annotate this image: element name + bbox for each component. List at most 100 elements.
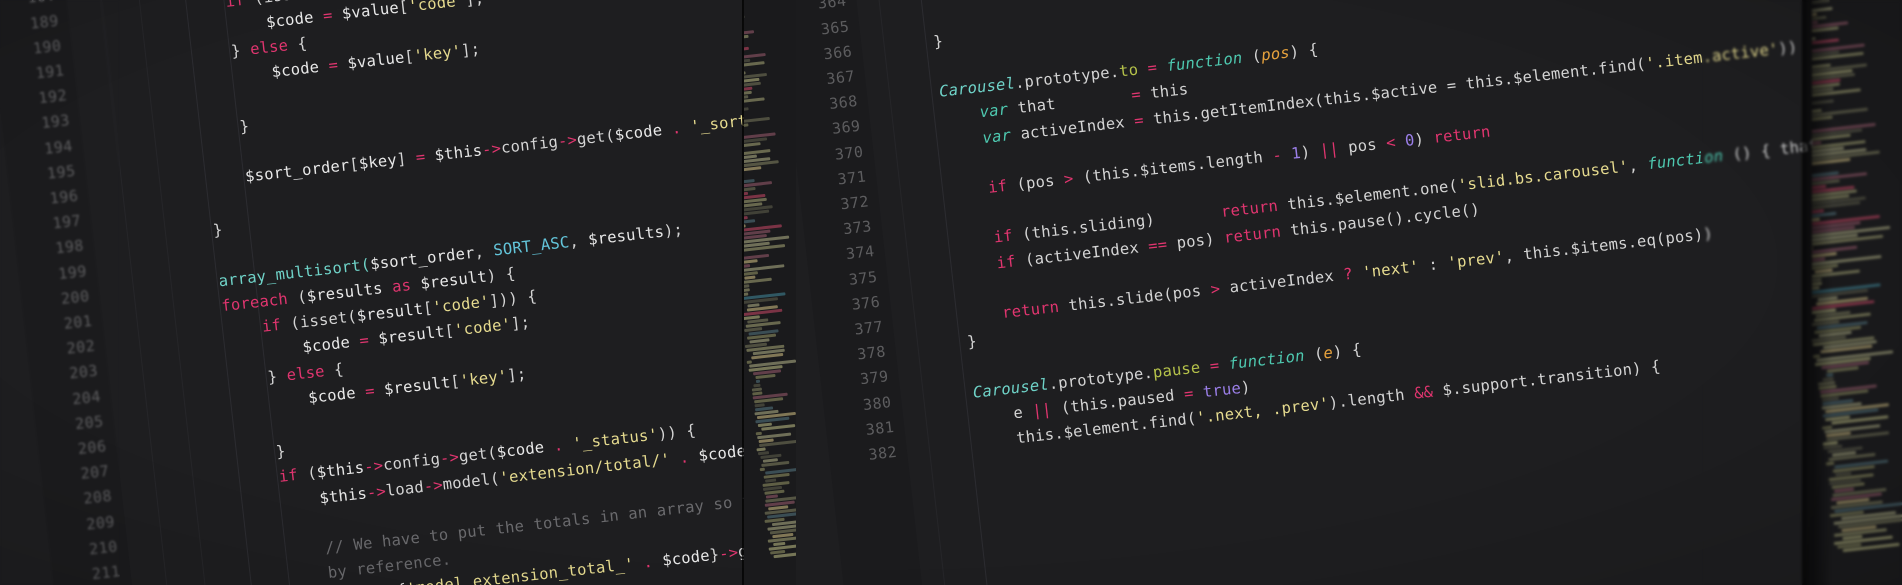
code-token: . (543, 435, 574, 457)
code-token: } (932, 31, 945, 51)
code-line[interactable]: } (933, 32, 944, 51)
code-token: $results (587, 222, 665, 249)
code-token: ] (395, 148, 417, 169)
line-number: 203 (68, 361, 99, 383)
code-token: $code (697, 441, 747, 465)
code-token: -> (481, 139, 503, 160)
code-token: $code (495, 438, 546, 462)
code-token: $this (315, 458, 366, 482)
minimap-line (757, 432, 792, 440)
code-token: if (277, 466, 299, 487)
code-token: e (1012, 402, 1034, 423)
code-token: $results (305, 279, 384, 306)
line-number: 368 (828, 92, 859, 114)
code-line[interactable]: } (200, 442, 286, 469)
code-token: ( (296, 464, 318, 485)
code-token: $value (346, 48, 406, 73)
code-token: (isset( (280, 307, 358, 334)
line-number: 207 (79, 462, 111, 484)
code-token: $code (307, 383, 357, 407)
code-token: to (1118, 60, 1140, 81)
code-token: = (318, 54, 349, 76)
code-token: var (981, 125, 1013, 147)
code-token: pos (1337, 134, 1388, 158)
code-token: () { that.to(pos) }) (1731, 128, 1812, 164)
line-number: 369 (831, 117, 862, 139)
code-token: -> (365, 481, 387, 502)
code-token: this (1149, 80, 1190, 103)
code-token: - (1271, 144, 1293, 165)
code-token: var (978, 100, 1010, 122)
line-number: 198 (54, 236, 85, 258)
code-token: ]; (464, 0, 485, 9)
code-line[interactable] (961, 279, 999, 283)
line-number: 365 (819, 16, 851, 39)
code-line[interactable] (952, 204, 990, 208)
minimap-line (744, 142, 761, 150)
code-token: 'key' (412, 42, 463, 66)
code-token: = (1183, 383, 1204, 404)
line-number: 381 (864, 417, 896, 439)
code-token: ) { (485, 264, 517, 286)
code-token: = (312, 4, 343, 26)
code-token: if (995, 251, 1017, 272)
code-token: get( (575, 126, 616, 149)
minimap-line (744, 97, 765, 105)
code-token: $this (318, 483, 368, 508)
code-line[interactable] (166, 143, 242, 151)
code-token: ) (1239, 377, 1252, 397)
code-token: '.item.active' (1644, 39, 1780, 73)
code-token: true (1201, 378, 1242, 401)
right-editor-pane[interactable]: 3623633643653663673683693703713723733743… (788, 0, 1812, 585)
code-token: )) (1777, 37, 1799, 58)
code-token: $result (355, 300, 425, 326)
code-token: -> (363, 456, 385, 477)
line-number: 189 (29, 11, 60, 33)
line-number: 206 (76, 436, 108, 459)
code-token: 'prev' (1446, 247, 1506, 273)
code-token: . (632, 552, 664, 574)
code-token: ) { (1288, 40, 1320, 62)
code-token: else (285, 361, 326, 384)
minimap-line (744, 61, 765, 70)
code-token: == (1147, 234, 1169, 255)
line-number: 371 (836, 167, 868, 189)
left-editor-pane[interactable]: 1861871881891901911921931941951961971981… (0, 0, 752, 585)
code-line[interactable]: $sort_order[$key] = $this->config->get($… (169, 102, 752, 194)
code-token: } (230, 40, 252, 61)
code-token: -> (556, 130, 578, 151)
code-token: ]; (506, 364, 528, 385)
line-number: 195 (46, 161, 77, 183)
code-token: -> (718, 543, 740, 564)
code-token: pos) (1166, 228, 1226, 253)
code-line[interactable] (172, 197, 210, 201)
code-token: return (1001, 297, 1061, 323)
line-number: 378 (856, 342, 887, 364)
code-token: ).length (1327, 384, 1416, 413)
code-token: if (224, 0, 246, 11)
code-line[interactable] (197, 418, 273, 426)
code-token: 'code' (407, 0, 467, 16)
code-line[interactable] (947, 154, 985, 158)
left-editor-code[interactable]: $results foreach ($results as $kif (isse… (141, 0, 752, 585)
minimap-right-editor[interactable] (744, 0, 796, 585)
code-line[interactable] (160, 93, 236, 101)
code-token: $result (377, 322, 446, 349)
line-number: 196 (48, 186, 80, 208)
code-line[interactable]: return this.slide(pos > activeIndex ? 'n… (963, 224, 1714, 326)
code-token: activeIndex (1219, 265, 1345, 298)
code-line[interactable]: } (174, 221, 223, 244)
right-editor-code[interactable]: var activeIndexvar itemIndex = (activeIn… (921, 0, 1812, 585)
code-token: ]; (460, 40, 482, 61)
minimap-line (744, 34, 749, 42)
code-line[interactable]: } (966, 332, 977, 351)
code-token: = (1130, 84, 1152, 105)
code-line[interactable]: } (163, 117, 250, 144)
line-number: 204 (71, 386, 102, 408)
code-line[interactable] (177, 247, 215, 251)
code-token: )) { (656, 421, 697, 444)
code-token: activeIndex (1009, 111, 1136, 144)
code-line[interactable]: return this.$items.eq(itemIndex) (927, 0, 1270, 1)
code-token: $result (419, 267, 488, 293)
code-token: 'code' (431, 292, 491, 317)
